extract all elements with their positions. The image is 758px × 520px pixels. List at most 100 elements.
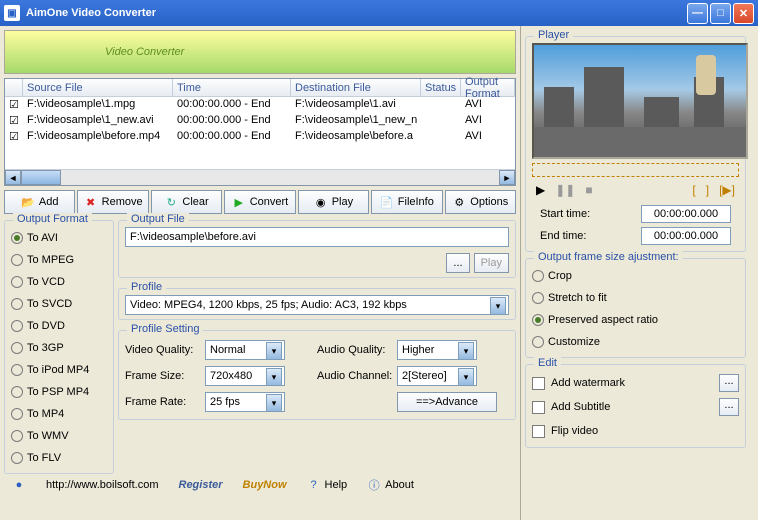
app-icon: ▣: [4, 5, 20, 21]
clear-button[interactable]: ↻Clear: [151, 190, 222, 214]
adjust-radio-preserved-aspect-ratio[interactable]: Preserved aspect ratio: [532, 309, 739, 331]
banner: Video Converter: [4, 30, 516, 74]
file-icon: 📄: [380, 195, 394, 209]
player-pause-button: ❚❚: [555, 183, 575, 197]
player-play-button[interactable]: ▶: [536, 183, 545, 197]
video-quality-select[interactable]: Normal: [205, 340, 285, 360]
advance-button[interactable]: ==>Advance: [397, 392, 497, 412]
end-time-label: End time:: [540, 230, 586, 242]
adjust-radio-crop[interactable]: Crop: [532, 265, 739, 287]
seek-bar[interactable]: [532, 163, 739, 177]
maximize-button[interactable]: □: [710, 3, 731, 24]
col-dest[interactable]: Destination File: [291, 79, 421, 96]
watermark-label: Add watermark: [551, 377, 625, 389]
col-format[interactable]: Output Format: [461, 79, 515, 96]
format-radio-to-svcd[interactable]: To SVCD: [11, 293, 107, 315]
start-time-value[interactable]: 00:00:00.000: [641, 205, 731, 223]
mark-in-button[interactable]: [: [692, 183, 695, 197]
output-file-legend: Output File: [127, 213, 189, 225]
start-time-label: Start time:: [540, 208, 590, 220]
profile-setting-legend: Profile Setting: [127, 323, 203, 335]
player-legend: Player: [534, 29, 573, 41]
play-icon: ▶: [232, 195, 246, 209]
table-row[interactable]: ☑F:\videosample\1.mpg00:00:00.000 - EndF…: [5, 97, 515, 113]
minimize-button[interactable]: —: [687, 3, 708, 24]
frame-rate-label: Frame Rate:: [125, 396, 205, 408]
profile-setting-group: Profile Setting Video Quality:Normal Fra…: [118, 330, 516, 420]
format-radio-to-mp4[interactable]: To MP4: [11, 403, 107, 425]
gear-icon: ⚙: [452, 195, 466, 209]
frame-adjust-group: Output frame size ajustment: CropStretch…: [525, 258, 746, 358]
audio-quality-select[interactable]: Higher: [397, 340, 477, 360]
adjust-radio-stretch-to-fit[interactable]: Stretch to fit: [532, 287, 739, 309]
frame-rate-select[interactable]: 25 fps: [205, 392, 285, 412]
flip-label: Flip video: [551, 425, 598, 437]
audio-channel-select[interactable]: 2[Stereo]: [397, 366, 477, 386]
add-button[interactable]: 📂Add: [4, 190, 75, 214]
video-quality-label: Video Quality:: [125, 344, 205, 356]
mark-out-button[interactable]: ]: [706, 183, 709, 197]
play-button[interactable]: ◉Play: [298, 190, 369, 214]
col-check[interactable]: [5, 79, 23, 96]
format-radio-to-ipod-mp4[interactable]: To iPod MP4: [11, 359, 107, 381]
output-file-group: Output File ... Play: [118, 220, 516, 278]
flip-checkbox[interactable]: [532, 425, 545, 438]
preview-area: [532, 43, 748, 159]
remove-icon: ✖: [84, 195, 98, 209]
format-radio-to-dvd[interactable]: To DVD: [11, 315, 107, 337]
window-title: AimOne Video Converter: [26, 7, 156, 19]
adjust-radio-customize[interactable]: Customize: [532, 331, 739, 353]
player-stop-button: ■: [585, 183, 592, 197]
fileinfo-button[interactable]: 📄FileInfo: [371, 190, 442, 214]
buynow-link[interactable]: BuyNow: [243, 479, 287, 491]
output-file-input[interactable]: [125, 227, 509, 247]
file-list: Source File Time Destination File Status…: [4, 78, 516, 186]
table-row[interactable]: ☑F:\videosample\before.mp400:00:00.000 -…: [5, 129, 515, 145]
browse-button[interactable]: ...: [446, 253, 469, 273]
output-format-group: Output Format To AVITo MPEGTo VCDTo SVCD…: [4, 220, 114, 474]
disc-icon: ◉: [314, 195, 328, 209]
scroll-right-icon[interactable]: ►: [499, 170, 515, 185]
format-radio-to-avi[interactable]: To AVI: [11, 227, 107, 249]
frame-size-select[interactable]: 720x480: [205, 366, 285, 386]
frame-size-label: Frame Size:: [125, 370, 205, 382]
register-link[interactable]: Register: [179, 479, 223, 491]
play-file-button: Play: [474, 253, 509, 273]
table-row[interactable]: ☑F:\videosample\1_new.avi00:00:00.000 - …: [5, 113, 515, 129]
options-button[interactable]: ⚙Options: [445, 190, 516, 214]
profile-group: Profile Video: MPEG4, 1200 kbps, 25 fps;…: [118, 288, 516, 320]
col-time[interactable]: Time: [173, 79, 291, 96]
play-range-button[interactable]: [▶]: [719, 183, 735, 197]
format-radio-to-3gp[interactable]: To 3GP: [11, 337, 107, 359]
about-link[interactable]: About: [385, 479, 414, 491]
format-radio-to-psp-mp4[interactable]: To PSP MP4: [11, 381, 107, 403]
watermark-checkbox[interactable]: [532, 377, 545, 390]
figure: [696, 55, 716, 95]
end-time-value[interactable]: 00:00:00.000: [641, 227, 731, 245]
col-source[interactable]: Source File: [23, 79, 173, 96]
remove-button[interactable]: ✖Remove: [77, 190, 148, 214]
format-radio-to-mpeg[interactable]: To MPEG: [11, 249, 107, 271]
info-icon: ⓘ: [367, 478, 381, 492]
help-icon: ?: [307, 478, 321, 492]
scroll-left-icon[interactable]: ◄: [5, 170, 21, 185]
audio-channel-label: Audio Channel:: [317, 370, 397, 382]
subtitle-checkbox[interactable]: [532, 401, 545, 414]
refresh-icon: ↻: [164, 195, 178, 209]
frame-adjust-legend: Output frame size ajustment:: [534, 251, 683, 263]
output-format-legend: Output Format: [13, 213, 92, 225]
folder-icon: 📂: [21, 195, 35, 209]
convert-button[interactable]: ▶Convert: [224, 190, 295, 214]
close-button[interactable]: ✕: [733, 3, 754, 24]
format-radio-to-wmv[interactable]: To WMV: [11, 425, 107, 447]
format-radio-to-vcd[interactable]: To VCD: [11, 271, 107, 293]
help-link[interactable]: Help: [325, 479, 348, 491]
hscroll[interactable]: ◄ ►: [5, 169, 515, 185]
website-link[interactable]: http://www.boilsoft.com: [46, 479, 159, 491]
profile-select[interactable]: Video: MPEG4, 1200 kbps, 25 fps; Audio: …: [125, 295, 509, 315]
format-radio-to-flv[interactable]: To FLV: [11, 447, 107, 469]
watermark-settings-button[interactable]: ...: [719, 374, 739, 392]
col-status[interactable]: Status: [421, 79, 461, 96]
subtitle-settings-button[interactable]: ...: [719, 398, 739, 416]
audio-quality-label: Audio Quality:: [317, 344, 397, 356]
